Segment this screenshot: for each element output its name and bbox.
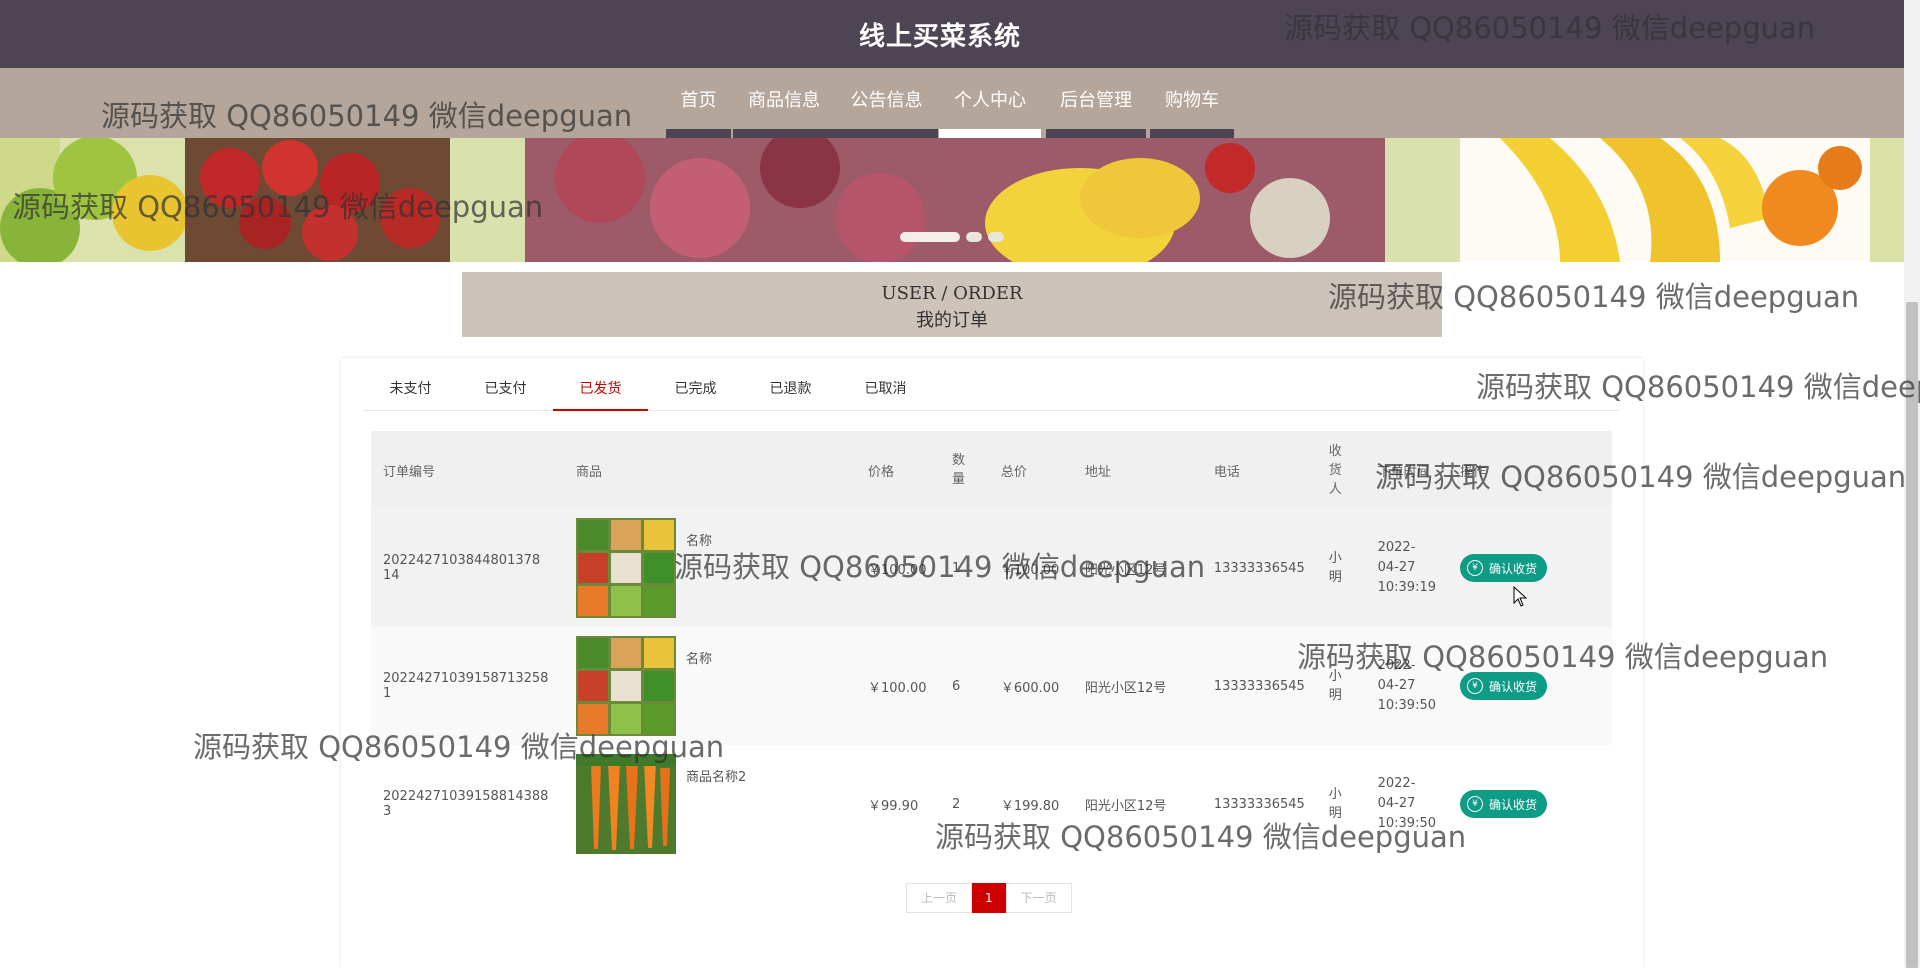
order-time: 2022-04-27 10:39:50 — [1365, 745, 1448, 863]
nav-admin[interactable]: 后台管理 — [1046, 68, 1146, 138]
col-qty: 数量 — [940, 431, 989, 509]
carousel-dot-3[interactable] — [988, 232, 1004, 242]
carousel-indicators — [900, 232, 1004, 242]
receiver: 小明 — [1316, 509, 1366, 627]
quantity: 6 — [940, 627, 989, 745]
quantity: 1 — [940, 509, 989, 627]
receiver: 小明 — [1316, 745, 1366, 863]
price: ￥100.00 — [856, 627, 940, 745]
col-address: 地址 — [1072, 431, 1202, 509]
col-phone: 电话 — [1201, 431, 1317, 509]
yen-icon: ¥ — [1467, 678, 1483, 694]
receiver: 小明 — [1316, 627, 1366, 745]
nav-products[interactable]: 商品信息 — [733, 68, 835, 138]
order-status-tabs: 未支付 已支付 已发货 已完成 已退款 已取消 — [363, 376, 1619, 411]
table-row: 2022427103844801378 14 名称 ￥100.00 1 ￥100… — [371, 509, 1612, 627]
goods-name: 名称 — [686, 652, 713, 667]
confirm-receipt-label: 确认收货 — [1489, 561, 1538, 576]
col-action: 操作 — [1448, 431, 1612, 509]
nav-admin-label: 后台管理 — [1060, 90, 1132, 111]
nav-notices-label: 公告信息 — [850, 90, 923, 111]
action-cell: ¥ 确认收货 — [1448, 745, 1612, 863]
table-header-row: 订单编号 商品 价格 数量 总价 地址 电话 收货人 下单时间 操作 — [371, 431, 1612, 509]
main-nav: 首页 商品信息 公告信息 个人中心 后台管理 购物车 — [0, 68, 1904, 138]
carousel-dot-2[interactable] — [966, 232, 982, 242]
goods-cell: 商品名称2 — [564, 745, 856, 863]
vegetables-thumbnail — [576, 636, 676, 736]
orders-table: 订单编号 商品 价格 数量 总价 地址 电话 收货人 下单时间 操作 20224… — [371, 431, 1612, 863]
goods-name: 名称 — [686, 534, 713, 549]
tab-shipped[interactable]: 已发货 — [553, 376, 648, 411]
tab-unpaid[interactable]: 未支付 — [363, 376, 458, 410]
confirm-receipt-label: 确认收货 — [1489, 679, 1538, 694]
order-time: 2022-04-27 10:39:50 — [1365, 627, 1448, 745]
yen-icon: ¥ — [1467, 796, 1483, 812]
tab-cancelled[interactable]: 已取消 — [838, 376, 933, 410]
page-1-button[interactable]: 1 — [972, 883, 1006, 913]
carrots-thumbnail — [576, 754, 676, 854]
total: ￥100.00 — [988, 509, 1073, 627]
action-cell: ¥ 确认收货 — [1448, 509, 1612, 627]
goods-name: 商品名称2 — [686, 770, 747, 785]
order-no: 20224271039158713258 1 — [371, 627, 564, 745]
col-total: 总价 — [988, 431, 1073, 509]
next-page-button[interactable]: 下一页 — [1005, 883, 1072, 913]
col-order-no: 订单编号 — [371, 431, 564, 509]
banner-image — [0, 138, 1904, 262]
col-goods: 商品 — [564, 431, 856, 509]
page-heading-en: USER / ORDER — [881, 283, 1023, 304]
goods-cell: 名称 — [564, 509, 856, 627]
confirm-receipt-button[interactable]: ¥ 确认收货 — [1460, 554, 1548, 582]
price: ￥100.00 — [856, 509, 940, 627]
price: ￥99.90 — [856, 745, 940, 863]
col-time: 下单时间 — [1365, 431, 1448, 509]
phone: 13333336545 — [1201, 627, 1317, 745]
nav-notices[interactable]: 公告信息 — [835, 68, 938, 138]
nav-user-center[interactable]: 个人中心 — [939, 68, 1041, 138]
address: 阳光小区12号 — [1072, 745, 1202, 863]
phone: 13333336545 — [1201, 745, 1317, 863]
page-scrollbar[interactable] — [1904, 0, 1920, 968]
col-receiver: 收货人 — [1316, 431, 1366, 509]
confirm-receipt-button[interactable]: ¥ 确认收货 — [1460, 672, 1548, 700]
order-time: 2022-04-27 10:39:19 — [1365, 509, 1448, 627]
tab-refunded[interactable]: 已退款 — [743, 376, 838, 410]
phone: 13333336545 — [1201, 509, 1317, 627]
page-heading: USER / ORDER 我的订单 — [462, 272, 1442, 337]
confirm-receipt-button[interactable]: ¥ 确认收货 — [1460, 790, 1548, 818]
pagination: 上一页 1 下一页 — [906, 883, 1072, 913]
table-row: 20224271039158814388 3 商品名称2 ￥99.90 2 ￥1… — [371, 745, 1612, 863]
site-title: 线上买菜系统 — [858, 22, 1021, 52]
table-row: 20224271039158713258 1 名称 ￥100.00 6 ￥600… — [371, 627, 1612, 745]
prev-page-button[interactable]: 上一页 — [906, 883, 973, 913]
address: 阳光小区12号 — [1072, 509, 1202, 627]
top-header: 线上买菜系统 — [0, 0, 1904, 68]
tab-completed[interactable]: 已完成 — [648, 376, 743, 410]
order-no: 20224271039158814388 3 — [371, 745, 564, 863]
carousel-dot-1[interactable] — [900, 232, 960, 242]
action-cell: ¥ 确认收货 — [1448, 627, 1612, 745]
scrollbar-thumb[interactable] — [1906, 302, 1918, 968]
total: ￥600.00 — [988, 627, 1073, 745]
vegetables-thumbnail — [576, 518, 676, 618]
confirm-receipt-label: 确认收货 — [1489, 797, 1538, 812]
nav-home[interactable]: 首页 — [666, 68, 731, 138]
nav-products-label: 商品信息 — [748, 90, 820, 111]
nav-cart[interactable]: 购物车 — [1150, 68, 1234, 138]
total: ￥199.80 — [988, 745, 1073, 863]
orders-panel: 未支付 已支付 已发货 已完成 已退款 已取消 订单编号 商品 价格 数量 总价… — [341, 358, 1643, 968]
nav-home-label: 首页 — [680, 90, 717, 111]
tab-paid[interactable]: 已支付 — [458, 376, 553, 410]
order-no: 2022427103844801378 14 — [371, 509, 564, 627]
nav-cart-label: 购物车 — [1165, 90, 1219, 111]
col-price: 价格 — [856, 431, 940, 509]
quantity: 2 — [940, 745, 989, 863]
page-heading-cn: 我的订单 — [916, 310, 988, 331]
yen-icon: ¥ — [1467, 560, 1483, 576]
address: 阳光小区12号 — [1072, 627, 1202, 745]
goods-cell: 名称 — [564, 627, 856, 745]
mouse-cursor-icon — [1513, 586, 1528, 607]
fruit-banner-carousel[interactable] — [0, 138, 1904, 262]
nav-user-center-label: 个人中心 — [954, 90, 1026, 111]
